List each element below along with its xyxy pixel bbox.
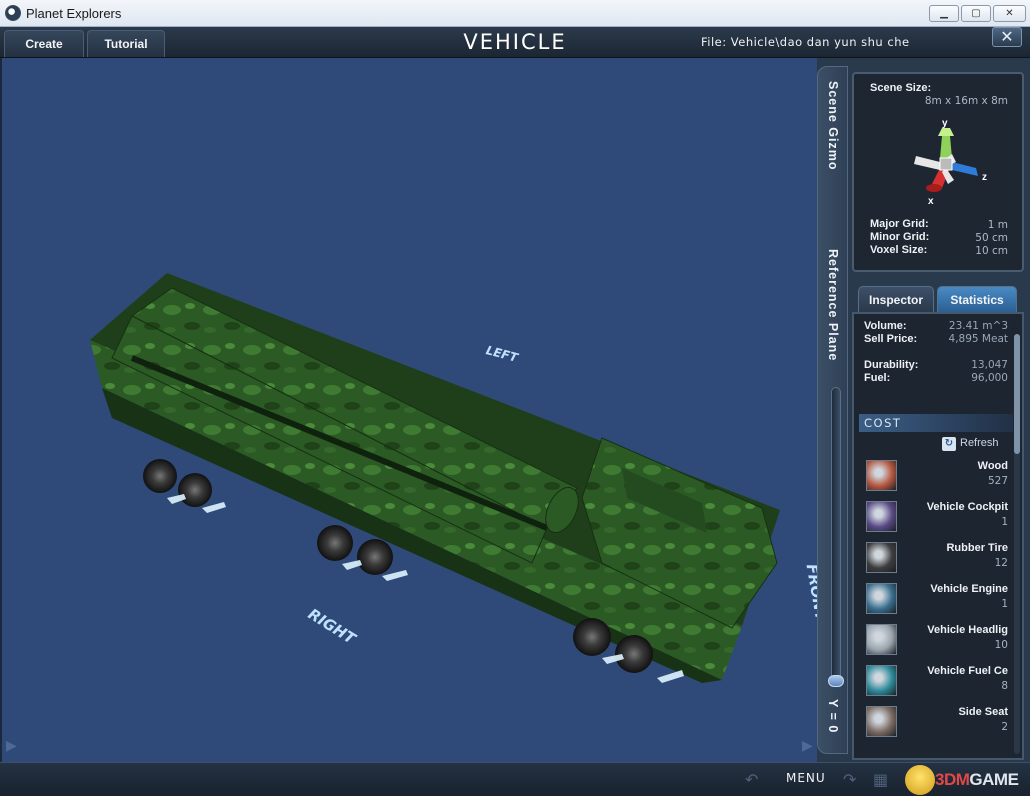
cost-item-thumbnail bbox=[866, 624, 897, 655]
tab-tutorial[interactable]: Tutorial bbox=[87, 30, 165, 57]
cost-item: Wood 527 bbox=[864, 458, 1008, 494]
window-titlebar: Planet Explorers ▁ ▢ ✕ bbox=[0, 0, 1030, 27]
stat-sell-price-value: 4,895 Meat bbox=[948, 333, 1008, 345]
maximize-button[interactable]: ▢ bbox=[961, 5, 991, 22]
scene-gizmo-panel: Scene Size: 8m x 16m x 8m y x z Major Gr… bbox=[852, 72, 1024, 272]
cost-item-name: Rubber Tire bbox=[946, 542, 1008, 554]
tab-inspector[interactable]: Inspector bbox=[858, 286, 934, 312]
refresh-label[interactable]: Refresh bbox=[960, 437, 999, 449]
side-tab-strip: Scene Gizmo Reference Plane Y = 0 bbox=[817, 66, 848, 754]
cost-item-name: Vehicle Headlig bbox=[927, 624, 1008, 636]
stat-fuel-value: 96,000 bbox=[971, 372, 1008, 384]
cost-item-name: Vehicle Engine bbox=[930, 583, 1008, 595]
reference-plane-tab[interactable]: Reference Plane bbox=[826, 249, 840, 361]
editor-topbar: Create Tutorial VEHICLE File: Vehicle\da… bbox=[0, 27, 1030, 58]
window-title: Planet Explorers bbox=[26, 6, 122, 21]
watermark-suffix: GAME bbox=[969, 770, 1019, 789]
cost-item-name: Wood bbox=[977, 460, 1008, 472]
statistics-scrollbar[interactable] bbox=[1014, 334, 1020, 754]
cost-item-thumbnail bbox=[866, 583, 897, 614]
major-grid-value: 1 m bbox=[987, 219, 1008, 231]
axis-gizmo[interactable]: y x z bbox=[896, 118, 996, 208]
side-panel: Scene Gizmo Reference Plane Y = 0 Scene … bbox=[817, 58, 1030, 762]
menu-button[interactable]: MENU bbox=[786, 771, 826, 785]
cost-item-qty: 2 bbox=[1001, 721, 1008, 733]
stat-volume-label: Volume: bbox=[864, 320, 907, 332]
cost-item-qty: 10 bbox=[994, 639, 1008, 651]
planet-explorers-app-icon bbox=[5, 5, 21, 21]
stat-volume-value: 23.41 m^3 bbox=[948, 320, 1008, 332]
watermark-text: 3DMGAME bbox=[935, 770, 1019, 790]
axis-z-label: z bbox=[982, 172, 987, 183]
bottom-toolbar: ↶ MENU ↷ ▦ 3DMGAME bbox=[0, 762, 1030, 796]
minor-grid-label: Minor Grid: bbox=[870, 231, 930, 243]
statistics-panel: Volume: 23.41 m^3 Sell Price: 4,895 Meat… bbox=[852, 312, 1024, 760]
editor-close-button[interactable]: ✕ bbox=[992, 27, 1022, 47]
cost-item-qty: 8 bbox=[1001, 680, 1008, 692]
cost-item-thumbnail bbox=[866, 542, 897, 573]
stat-durability-label: Durability: bbox=[864, 359, 919, 371]
vehicle-3d-viewport[interactable]: LEFT RIGHT FRONT ▶ ▶ bbox=[2, 58, 817, 762]
page-title: VEHICLE bbox=[463, 30, 567, 54]
minimize-button[interactable]: ▁ bbox=[929, 5, 959, 22]
voxel-size-label: Voxel Size: bbox=[870, 244, 928, 256]
tab-create[interactable]: Create bbox=[4, 30, 84, 57]
voxel-size-value: 10 cm bbox=[975, 245, 1008, 257]
y-level-label: Y = 0 bbox=[826, 699, 840, 734]
grid-icon[interactable]: ▦ bbox=[873, 770, 888, 789]
cost-item-name: Vehicle Fuel Ce bbox=[927, 665, 1008, 677]
stat-durability-value: 13,047 bbox=[971, 359, 1008, 371]
cost-item: Vehicle Engine 1 bbox=[864, 581, 1008, 617]
minor-grid-value: 50 cm bbox=[975, 232, 1008, 244]
statistics-scrollbar-thumb[interactable] bbox=[1014, 334, 1020, 454]
cost-item-name: Side Seat bbox=[958, 706, 1008, 718]
major-grid-label: Major Grid: bbox=[870, 218, 929, 230]
refresh-icon[interactable]: ↻ bbox=[942, 437, 956, 451]
scene-size-label: Scene Size: bbox=[870, 82, 932, 94]
cost-item: Vehicle Fuel Ce 8 bbox=[864, 663, 1008, 699]
cost-item: Side Seat 2 bbox=[864, 704, 1008, 740]
file-path-label: File: Vehicle\dao dan yun shu che bbox=[701, 35, 910, 49]
scene-size-value: 8m x 16m x 8m bbox=[924, 95, 1008, 107]
cost-item-qty: 527 bbox=[987, 475, 1008, 487]
axis-x-label: x bbox=[928, 196, 934, 207]
cost-item: Vehicle Headlig 10 bbox=[864, 622, 1008, 658]
cost-item-qty: 1 bbox=[1001, 598, 1008, 610]
cost-item: Vehicle Cockpit 1 bbox=[864, 499, 1008, 535]
vehicle-model-render bbox=[90, 273, 780, 683]
pan-left-arrow-icon[interactable]: ▶ bbox=[6, 738, 17, 754]
stat-sell-price: Sell Price: 4,895 Meat bbox=[864, 333, 1008, 346]
scene-gizmo-tab[interactable]: Scene Gizmo bbox=[826, 81, 840, 171]
undo-icon[interactable]: ↶ bbox=[745, 770, 758, 789]
cost-item-thumbnail bbox=[866, 501, 897, 532]
window-close-button[interactable]: ✕ bbox=[993, 5, 1026, 22]
pan-right-arrow-icon[interactable]: ▶ bbox=[802, 738, 813, 754]
cost-item-thumbnail bbox=[866, 706, 897, 737]
stat-sell-price-label: Sell Price: bbox=[864, 333, 918, 345]
cost-item-qty: 12 bbox=[994, 557, 1008, 569]
cost-item-name: Vehicle Cockpit bbox=[926, 501, 1008, 513]
axis-y-label: y bbox=[942, 118, 948, 129]
cost-item-thumbnail bbox=[866, 460, 897, 491]
cost-item: Rubber Tire 12 bbox=[864, 540, 1008, 576]
redo-icon[interactable]: ↷ bbox=[843, 770, 856, 789]
reference-plane-slider[interactable] bbox=[831, 387, 841, 683]
tab-statistics[interactable]: Statistics bbox=[937, 286, 1017, 312]
stat-fuel: Fuel: 96,000 bbox=[864, 372, 1008, 385]
stat-durability: Durability: 13,047 bbox=[864, 359, 1008, 372]
cost-item-thumbnail bbox=[866, 665, 897, 696]
cost-item-qty: 1 bbox=[1001, 516, 1008, 528]
cost-section-header: COST bbox=[859, 414, 1013, 432]
reference-plane-slider-knob[interactable] bbox=[828, 675, 844, 687]
stat-volume: Volume: 23.41 m^3 bbox=[864, 320, 1008, 333]
watermark-logo bbox=[905, 765, 935, 795]
stat-fuel-label: Fuel: bbox=[864, 372, 891, 384]
watermark-brand: 3DM bbox=[935, 770, 970, 789]
